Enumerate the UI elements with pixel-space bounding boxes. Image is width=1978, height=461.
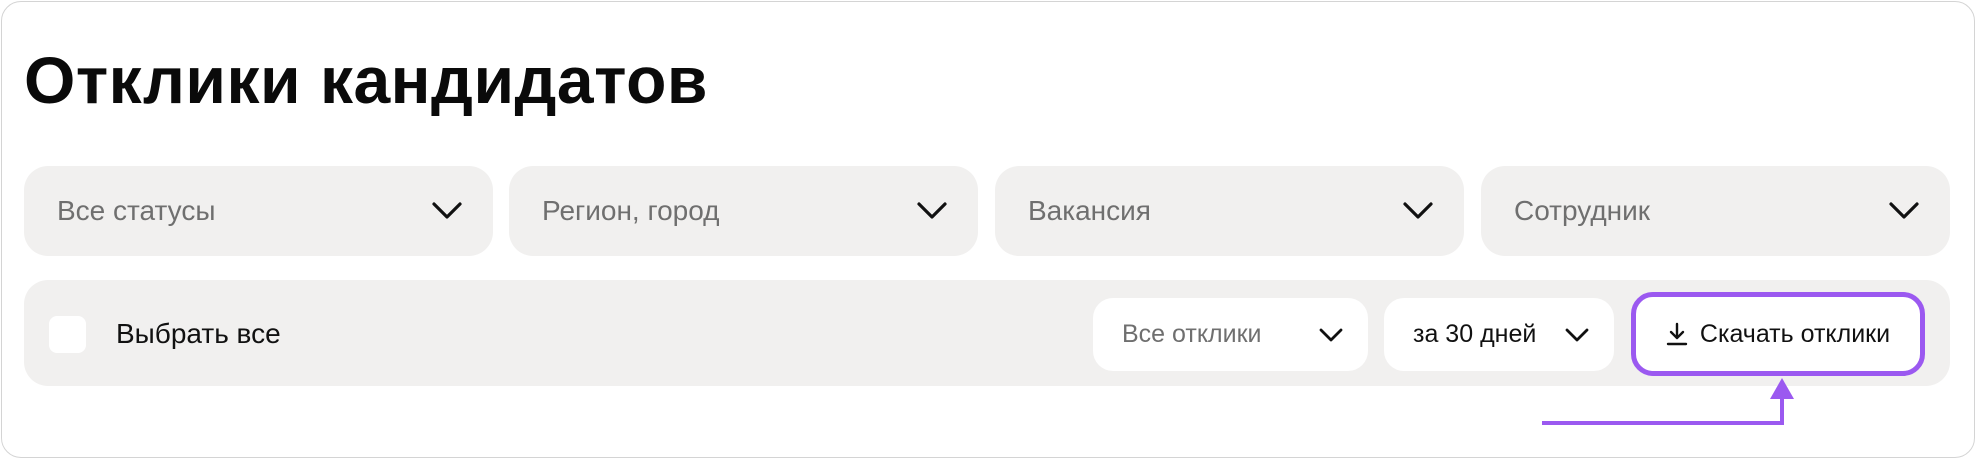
download-button-label: Скачать отклики [1699, 319, 1891, 348]
responses-toolbar: Выбрать все Все отклики за 30 дней Скача… [24, 280, 1950, 386]
period-filter-select[interactable]: за 30 дней [1384, 298, 1614, 371]
region-filter-label: Регион, город [542, 195, 720, 226]
vacancy-filter-label: Вакансия [1028, 195, 1151, 226]
page-frame: Отклики кандидатов Все статусы Регион, г… [1, 1, 1975, 458]
download-icon [1666, 322, 1688, 346]
download-responses-button[interactable]: Скачать отклики [1631, 292, 1925, 376]
highlight-arrow [1542, 378, 1794, 425]
select-all-label[interactable]: Выбрать все [116, 316, 281, 352]
employee-filter-label: Сотрудник [1514, 195, 1651, 226]
page-title: Отклики кандидатов [24, 43, 708, 117]
chevron-down-icon [1889, 202, 1919, 219]
chevron-down-icon [917, 202, 947, 219]
chevron-down-icon [1565, 328, 1589, 341]
vacancy-filter-select[interactable]: Вакансия [995, 166, 1464, 256]
region-filter-select[interactable]: Регион, город [509, 166, 978, 256]
chevron-down-icon [1319, 328, 1343, 341]
responses-filter-label: Все отклики [1122, 320, 1262, 348]
chevron-down-icon [432, 202, 462, 219]
status-filter-select[interactable]: Все статусы [24, 166, 493, 256]
select-all-checkbox[interactable] [49, 316, 86, 353]
status-filter-label: Все статусы [57, 195, 216, 226]
period-filter-label: за 30 дней [1413, 320, 1537, 348]
responses-filter-select[interactable]: Все отклики [1093, 298, 1368, 371]
chevron-down-icon [1403, 202, 1433, 219]
employee-filter-select[interactable]: Сотрудник [1481, 166, 1950, 256]
